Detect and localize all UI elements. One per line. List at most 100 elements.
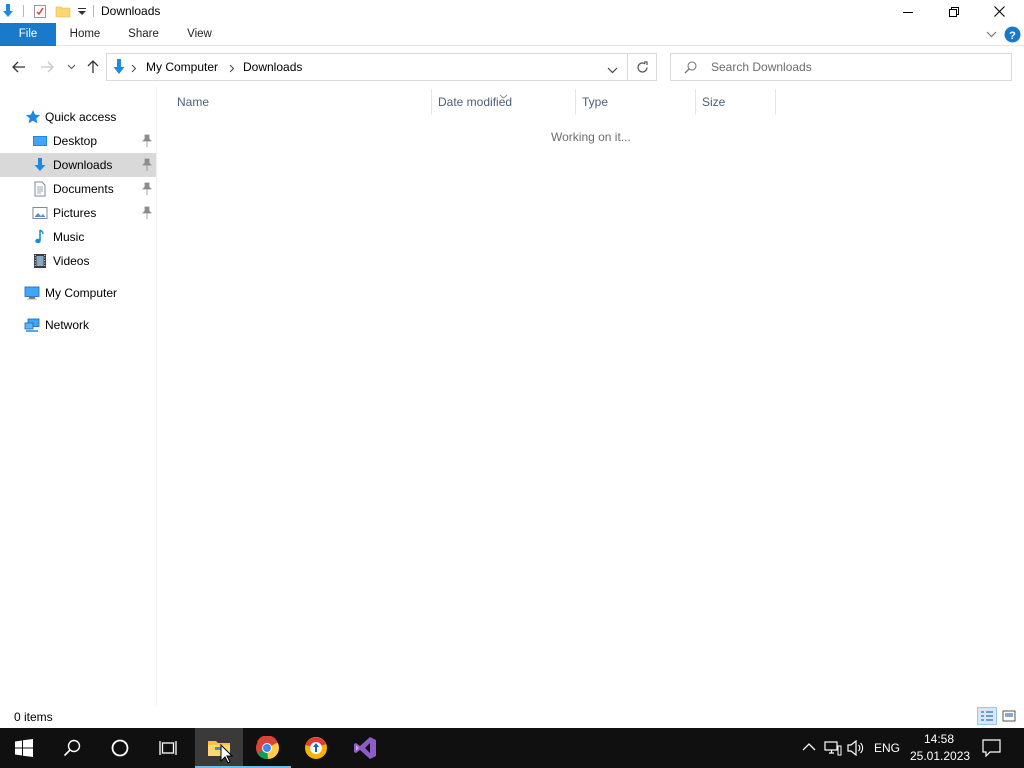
mouse-cursor-icon <box>220 743 234 767</box>
action-center-icon[interactable] <box>982 739 1001 760</box>
address-history-dropdown[interactable] <box>607 63 618 77</box>
downloads-icon <box>34 158 46 171</box>
back-button[interactable] <box>9 57 29 77</box>
sidebar-label: Documents <box>53 182 114 196</box>
column-divider[interactable] <box>575 89 576 115</box>
properties-icon[interactable] <box>32 3 48 19</box>
tab-file[interactable]: File <box>0 23 56 46</box>
videos-icon <box>34 254 46 268</box>
sidebar-item-music[interactable]: Music <box>0 225 156 249</box>
help-icon[interactable]: ? <box>1004 26 1021 43</box>
pictures-icon <box>32 207 48 219</box>
title-separator <box>93 5 94 17</box>
sidebar-item-network[interactable]: Network <box>0 313 156 337</box>
language-indicator[interactable]: ENG <box>874 741 900 755</box>
sidebar-label: Pictures <box>53 206 97 220</box>
forward-arrow-icon <box>41 61 54 73</box>
column-header-type[interactable]: Type <box>582 95 608 111</box>
sidebar-item-quick-access[interactable]: Quick access <box>0 105 156 129</box>
pin-icon <box>142 158 152 171</box>
tab-view[interactable]: View <box>178 23 221 46</box>
column-header-date-modified[interactable]: Date modified <box>438 95 512 111</box>
downloads-arrow-icon[interactable] <box>0 3 16 19</box>
taskbar-browser[interactable] <box>292 728 340 768</box>
up-button[interactable] <box>83 57 103 77</box>
up-arrow-icon <box>87 60 99 73</box>
breadcrumb-chevron-icon[interactable] <box>131 62 137 76</box>
restore-icon <box>949 6 959 17</box>
address-bar[interactable]: My Computer Downloads <box>106 53 628 81</box>
recent-locations-button[interactable] <box>62 57 80 77</box>
refresh-button[interactable] <box>628 53 657 81</box>
show-hidden-icons-icon[interactable] <box>802 741 816 755</box>
sidebar-item-desktop[interactable]: Desktop <box>0 129 156 153</box>
taskbar-file-explorer[interactable] <box>195 728 243 768</box>
column-divider[interactable] <box>695 89 696 115</box>
start-icon <box>15 739 33 757</box>
column-header-size[interactable]: Size <box>702 95 725 111</box>
column-divider[interactable] <box>775 89 776 115</box>
task-view-button[interactable] <box>144 728 192 768</box>
sidebar-item-my-computer[interactable]: My Computer <box>0 281 156 305</box>
taskbar-chrome[interactable] <box>243 728 291 768</box>
minimize-icon <box>903 11 913 13</box>
breadcrumb-chevron-icon[interactable] <box>229 62 235 76</box>
breadcrumb-downloads[interactable]: Downloads <box>243 60 302 74</box>
search-icon <box>684 61 697 77</box>
sidebar-item-videos[interactable]: Videos <box>0 249 156 273</box>
loading-message: Working on it... <box>551 130 631 144</box>
music-icon <box>35 229 44 244</box>
computer-icon <box>24 286 40 300</box>
downloads-location-icon <box>110 58 128 76</box>
large-icons-view-button[interactable] <box>999 707 1019 725</box>
sidebar-label: Network <box>45 318 90 332</box>
taskbar-visual-studio[interactable] <box>341 728 389 768</box>
close-button[interactable] <box>976 0 1022 23</box>
refresh-icon <box>636 60 648 73</box>
column-header-name[interactable]: Name <box>177 95 209 111</box>
column-divider[interactable] <box>431 89 432 115</box>
sidebar-item-documents[interactable]: Documents <box>0 177 156 201</box>
close-icon <box>993 6 1005 17</box>
chrome-icon <box>256 736 279 760</box>
search-button[interactable] <box>48 728 96 768</box>
documents-icon <box>34 181 46 197</box>
sidebar-label: Desktop <box>53 134 98 148</box>
search-box[interactable]: Search Downloads <box>670 53 1012 81</box>
start-button[interactable] <box>0 728 48 768</box>
sidebar-label: Downloads <box>53 158 113 172</box>
star-icon <box>25 110 41 124</box>
clock-time[interactable]: 14:58 <box>924 732 954 746</box>
search-placeholder[interactable]: Search Downloads <box>711 60 812 74</box>
chevron-down-icon <box>607 67 618 74</box>
item-count: 0 items <box>14 710 53 724</box>
sidebar-item-downloads[interactable]: Downloads <box>0 153 156 177</box>
browser-icon <box>305 737 327 759</box>
clock-date[interactable]: 25.01.2023 <box>910 749 970 763</box>
tab-home[interactable]: Home <box>62 23 108 46</box>
volume-icon[interactable] <box>847 739 865 759</box>
minimize-button[interactable] <box>885 0 931 23</box>
pin-icon <box>142 134 152 147</box>
tab-share[interactable]: Share <box>121 23 166 46</box>
network-status-icon[interactable] <box>824 740 842 759</box>
expand-ribbon-icon[interactable] <box>984 27 998 41</box>
forward-button[interactable] <box>37 57 57 77</box>
cortana-button[interactable] <box>96 728 144 768</box>
visual-studio-icon <box>354 737 376 759</box>
sidebar-item-pictures[interactable]: Pictures <box>0 201 156 225</box>
status-bar: 0 items <box>0 705 1024 728</box>
title-bar: Downloads <box>0 0 1024 23</box>
new-folder-icon[interactable] <box>55 3 71 19</box>
pin-icon <box>142 182 152 195</box>
ribbon-tabs: File Home Share View ? <box>0 23 1024 46</box>
sidebar-label: Quick access <box>45 110 117 124</box>
file-list[interactable]: Name Date modified Type Size Working on … <box>157 87 1024 705</box>
breadcrumb-my-computer[interactable]: My Computer <box>146 60 218 74</box>
network-icon <box>24 318 40 332</box>
details-view-button[interactable] <box>977 707 997 725</box>
taskbar: ENG 14:58 25.01.2023 <box>0 728 1024 768</box>
restore-button[interactable] <box>931 0 977 23</box>
navigation-bar: My Computer Downloads Search Downloads <box>0 47 1024 87</box>
customize-quick-access-icon[interactable] <box>74 3 90 19</box>
